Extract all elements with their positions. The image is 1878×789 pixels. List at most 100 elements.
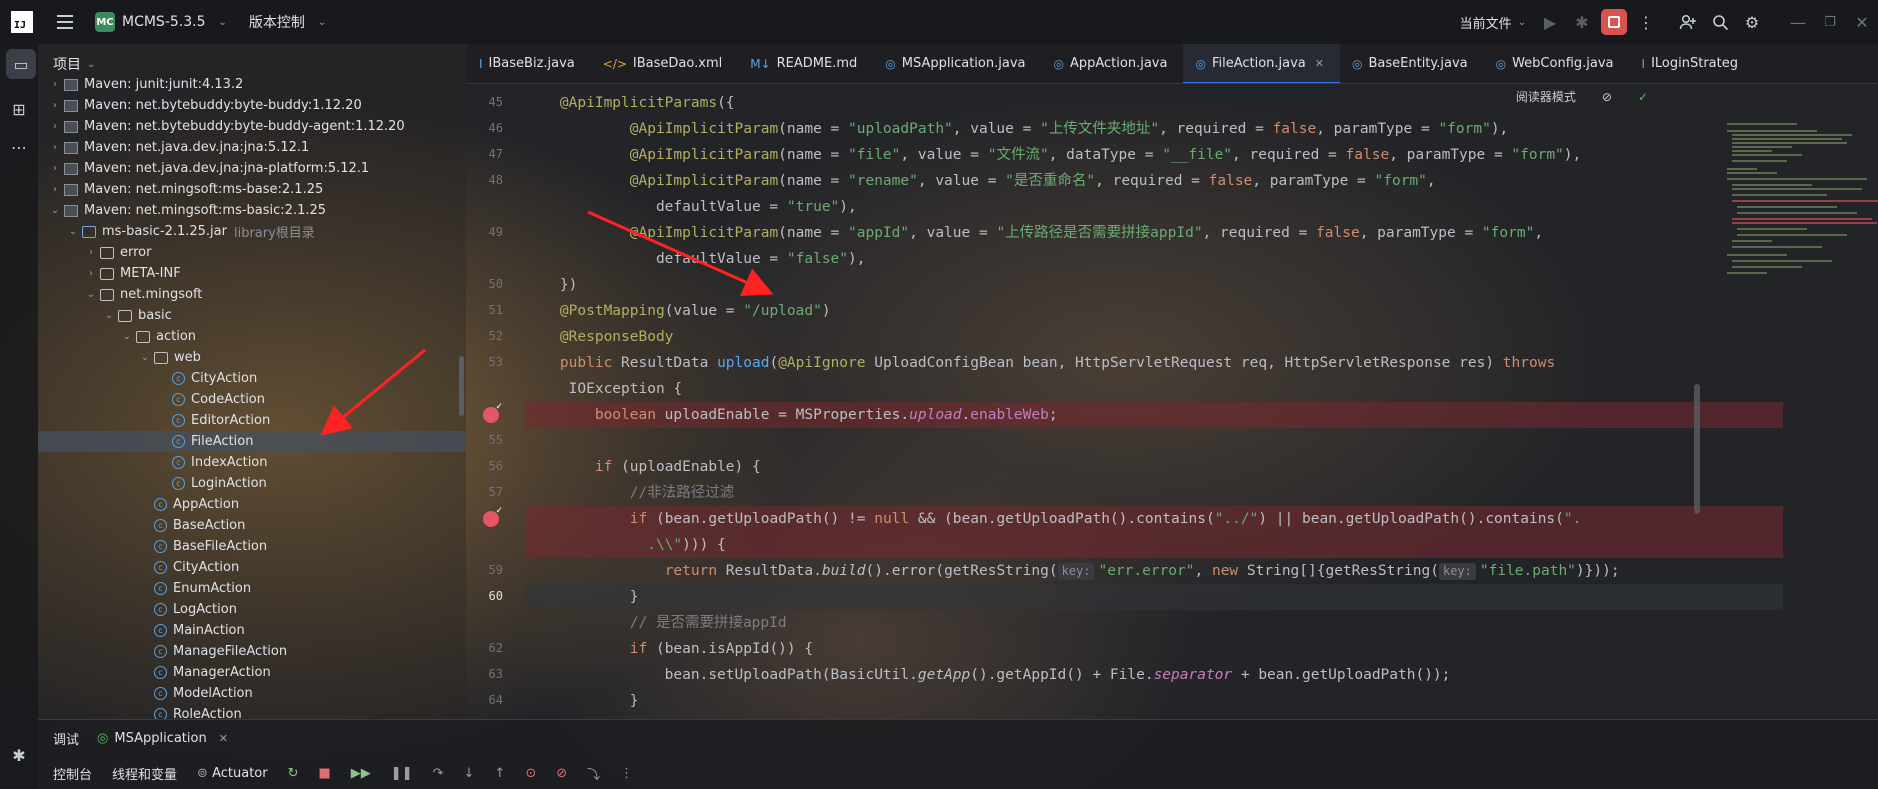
session-tab[interactable]: ◎ MSApplication ✕ xyxy=(97,731,228,746)
run-config-selector[interactable]: 当前文件 ⌄ xyxy=(1460,6,1534,38)
breakpoint-icon[interactable] xyxy=(483,402,503,423)
code-line[interactable]: .\\"))) { xyxy=(525,532,1783,558)
vcs-menu[interactable]: 版本控制 ⌄ xyxy=(249,12,326,32)
tree-item[interactable]: c EnumAction xyxy=(38,578,466,599)
code-line[interactable]: @ApiImplicitParams({ xyxy=(525,90,1783,116)
code-line[interactable]: } xyxy=(525,584,1783,610)
chevron-right-icon[interactable]: › xyxy=(84,268,98,279)
tree-item[interactable]: ⌄ ms-basic-2.1.25.jar library根目录 xyxy=(38,221,466,242)
editor-tab[interactable]: ◎ MSApplication.java xyxy=(873,44,1041,83)
editor-tab[interactable]: ◎ WebConfig.java xyxy=(1484,44,1630,83)
editor-scrollbar[interactable] xyxy=(1694,384,1700,514)
tree-item[interactable]: › Maven: net.bytebuddy:byte-buddy:1.12.20 xyxy=(38,95,466,116)
code-line[interactable]: if (bean.getUploadPath() != null && (bea… xyxy=(525,506,1783,532)
debug-bug-icon[interactable]: ✱ xyxy=(1566,6,1598,38)
editor-tab[interactable]: ◎ AppAction.java xyxy=(1041,44,1183,83)
step-out-icon[interactable]: ↑ xyxy=(494,766,505,781)
chevron-right-icon[interactable]: › xyxy=(48,100,62,111)
search-icon[interactable] xyxy=(1704,6,1736,38)
rerun-icon[interactable]: ↻ xyxy=(288,766,299,781)
code-line[interactable]: @ApiImplicitParam(name = "file", value =… xyxy=(525,142,1783,168)
code-line[interactable]: @ResponseBody xyxy=(525,324,1783,350)
tree-item[interactable]: c ModelAction xyxy=(38,683,466,704)
settings-icon[interactable]: ⤵ xyxy=(587,764,600,783)
tree-item[interactable]: › Maven: junit:junit:4.13.2 xyxy=(38,74,466,95)
project-selector[interactable]: MC MCMS-5.3.5 ⌄ xyxy=(95,12,227,32)
tree-item[interactable]: c LogAction xyxy=(38,599,466,620)
tree-item[interactable]: › Maven: net.bytebuddy:byte-buddy-agent:1… xyxy=(38,116,466,137)
code-line[interactable]: IOException { xyxy=(525,376,1783,402)
tree-item[interactable]: c LoginAction xyxy=(38,473,466,494)
settings-gear-icon[interactable]: ⚙ xyxy=(1736,6,1768,38)
main-menu-icon[interactable] xyxy=(57,15,73,29)
tree-item[interactable]: › Maven: net.java.dev.jna:jna:5.12.1 xyxy=(38,137,466,158)
code-line[interactable]: boolean uploadEnable = MSProperties.uplo… xyxy=(525,402,1783,428)
minimize-icon[interactable]: — xyxy=(1782,6,1814,38)
editor-tab[interactable]: I ILoginStrateg xyxy=(1630,44,1754,83)
project-scrollbar[interactable] xyxy=(459,356,464,416)
tree-item[interactable]: c CityAction xyxy=(38,368,466,389)
tree-item[interactable]: c MainAction xyxy=(38,620,466,641)
chevron-right-icon[interactable]: › xyxy=(48,79,62,90)
tree-item[interactable]: ⌄ basic xyxy=(38,305,466,326)
code-line[interactable]: @ApiImplicitParam(name = "uploadPath", v… xyxy=(525,116,1783,142)
more-vertical-icon[interactable]: ⋮ xyxy=(1630,6,1662,38)
code-line[interactable]: if (bean.isAppId()) { xyxy=(525,636,1783,662)
tree-item[interactable]: › Maven: net.mingsoft:ms-base:2.1.25 xyxy=(38,179,466,200)
mute-breakpoints-icon[interactable]: ⊘ xyxy=(556,766,567,781)
editor-tab[interactable]: M↓ README.md xyxy=(738,44,873,83)
tree-item[interactable]: ⌄ Maven: net.mingsoft:ms-basic:2.1.25 xyxy=(38,200,466,221)
threads-variables-tab[interactable]: 线程和变量 xyxy=(112,764,177,783)
account-add-icon[interactable] xyxy=(1672,6,1704,38)
code-line[interactable]: return ResultData.build().error(getResSt… xyxy=(525,558,1783,584)
tree-item[interactable]: c EditorAction xyxy=(38,410,466,431)
code-line[interactable]: defaultValue = "true"), xyxy=(525,194,1783,220)
tree-item[interactable]: c CityAction xyxy=(38,557,466,578)
debug-tab[interactable]: 调试 xyxy=(53,729,79,748)
structure-icon[interactable]: ⊞ xyxy=(0,90,38,128)
actuator-tab[interactable]: ⊚ Actuator xyxy=(197,766,268,781)
editor-tab[interactable]: </> IBaseDao.xml xyxy=(591,44,738,83)
editor-tab[interactable]: ◎ BaseEntity.java xyxy=(1340,44,1484,83)
code-line[interactable]: @ApiImplicitParam(name = "rename", value… xyxy=(525,168,1783,194)
code-line[interactable]: defaultValue = "false"), xyxy=(525,246,1783,272)
code-line[interactable]: public ResultData upload(@ApiIgnore Uplo… xyxy=(525,350,1783,376)
code-line[interactable]: } xyxy=(525,688,1783,714)
tree-item[interactable]: c FileAction xyxy=(38,431,466,452)
view-breakpoints-icon[interactable]: ⊙ xyxy=(525,766,536,781)
close-icon[interactable]: ✕ xyxy=(219,732,228,745)
resume-icon[interactable]: ▶▶ xyxy=(351,766,371,781)
tree-item[interactable]: c IndexAction xyxy=(38,452,466,473)
code-line[interactable]: bean.setUploadPath(BasicUtil.getApp().ge… xyxy=(525,662,1783,688)
code-line[interactable]: @PostMapping(value = "/upload") xyxy=(525,298,1783,324)
more-vertical-icon[interactable]: ⋮ xyxy=(620,766,633,781)
tree-item[interactable]: c BaseAction xyxy=(38,515,466,536)
stop-button[interactable] xyxy=(1598,6,1630,38)
tree-item[interactable]: c ManagerAction xyxy=(38,662,466,683)
chevron-down-icon[interactable]: ⌄ xyxy=(120,331,134,342)
code-line[interactable]: if (uploadEnable) { xyxy=(525,454,1783,480)
breakpoint-icon[interactable] xyxy=(483,506,503,527)
chevron-down-icon[interactable]: ⌄ xyxy=(48,205,62,216)
close-icon[interactable]: ✕ xyxy=(1846,6,1878,38)
code-line[interactable]: }) xyxy=(525,272,1783,298)
chevron-down-icon[interactable]: ⌄ xyxy=(138,352,152,363)
run-icon[interactable]: ▶ xyxy=(1534,6,1566,38)
editor-tab[interactable]: ◎ FileAction.java ✕ xyxy=(1183,44,1340,83)
chevron-down-icon[interactable]: ⌄ xyxy=(102,310,116,321)
tree-item[interactable]: ⌄ net.mingsoft xyxy=(38,284,466,305)
chevron-right-icon[interactable]: › xyxy=(48,121,62,132)
restore-icon[interactable]: ❐ xyxy=(1814,6,1846,38)
tree-item[interactable]: › Maven: net.java.dev.jna:jna-platform:5.… xyxy=(38,158,466,179)
close-icon[interactable]: ✕ xyxy=(1315,57,1324,70)
code-line[interactable]: //非法路径过滤 xyxy=(525,480,1783,506)
pause-icon[interactable]: ❚❚ xyxy=(391,766,413,781)
step-into-icon[interactable]: ↓ xyxy=(464,766,475,781)
chevron-down-icon[interactable]: ⌄ xyxy=(66,226,80,237)
tree-item[interactable]: ⌄ action xyxy=(38,326,466,347)
code-line[interactable]: // 是否需要拼接appId xyxy=(525,610,1783,636)
code-minimap[interactable] xyxy=(1707,88,1878,388)
tree-item[interactable]: › META-INF xyxy=(38,263,466,284)
debug-tool-button[interactable]: ✱ xyxy=(0,740,38,770)
chevron-down-icon[interactable]: ⌄ xyxy=(84,289,98,300)
